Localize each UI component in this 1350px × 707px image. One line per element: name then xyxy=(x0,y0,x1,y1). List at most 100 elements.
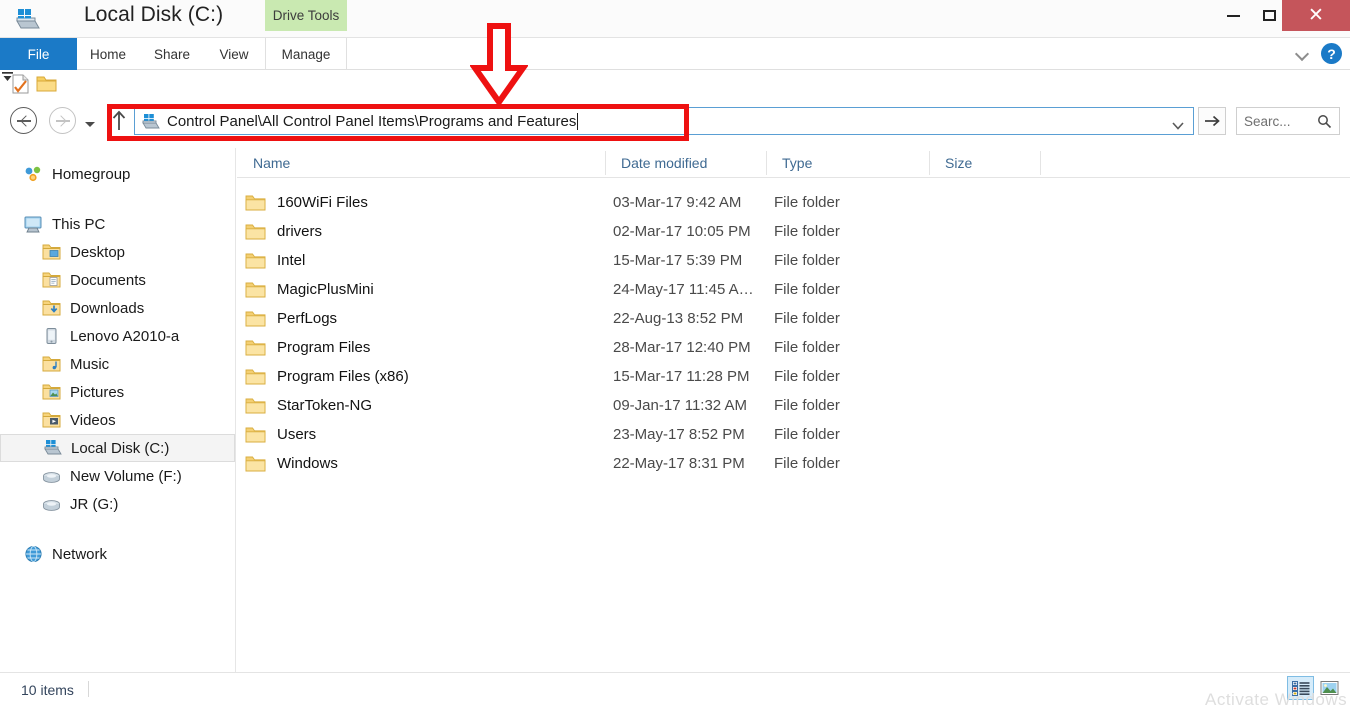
sidebar-item-documents[interactable]: Documents xyxy=(0,266,235,294)
table-row[interactable]: Users 23-May-17 8:52 PM File folder xyxy=(237,420,1350,449)
table-row[interactable]: StarToken-NG 09-Jan-17 11:32 AM File folde… xyxy=(237,391,1350,420)
column-divider[interactable] xyxy=(1040,151,1041,175)
table-row[interactable]: Program Files 28-Mar-17 12:40 PM File fold… xyxy=(237,333,1350,362)
sidebar-item-label: Lenovo A2010-a xyxy=(70,327,180,345)
up-arrow-icon[interactable] xyxy=(110,110,128,132)
column-header-date-modified[interactable]: Date modified xyxy=(613,148,774,178)
tab-file[interactable]: File xyxy=(0,38,77,70)
sidebar-item-lenovo-a2010-a[interactable]: Lenovo A2010-a xyxy=(0,322,235,350)
sidebar-item-network[interactable]: Network xyxy=(0,540,235,568)
sidebar-item-local-disk-c[interactable]: Local Disk (C:) xyxy=(0,434,235,462)
type-cell: File folder xyxy=(774,397,840,414)
date-modified-cell: 23-May-17 8:52 PM xyxy=(613,426,745,443)
sidebar-item-jr-g[interactable]: JR (G:) xyxy=(0,490,235,518)
column-header-type[interactable]: Type xyxy=(774,148,937,178)
file-name-cell[interactable]: Users xyxy=(245,426,316,444)
file-name-cell[interactable]: Windows xyxy=(245,455,338,473)
sidebar-group-spacer xyxy=(0,188,235,210)
file-name-label: drivers xyxy=(277,223,323,240)
pictures-folder-icon xyxy=(40,382,62,402)
file-name-label: 160WiFi Files xyxy=(277,194,368,211)
go-arrow-icon xyxy=(1204,115,1220,127)
file-explorer-window: Local Disk (C:) Drive Tools ✕ File Home … xyxy=(0,0,1350,707)
forward-button[interactable] xyxy=(49,107,77,135)
table-row[interactable]: MagicPlusMini 24-May-17 11:45 A… File fold… xyxy=(237,275,1350,304)
close-button[interactable]: ✕ xyxy=(1282,0,1350,31)
file-name-cell[interactable]: MagicPlusMini xyxy=(245,281,374,299)
sidebar-item-label: Videos xyxy=(70,411,116,429)
back-button[interactable] xyxy=(10,107,38,135)
type-cell: File folder xyxy=(774,426,840,443)
file-name-cell[interactable]: 160WiFi Files xyxy=(245,194,368,212)
file-list-pane: Name Date modified Type Size 160WiFi Files 0… xyxy=(237,148,1350,672)
column-divider[interactable] xyxy=(766,151,767,175)
file-name-cell[interactable]: PerfLogs xyxy=(245,310,337,328)
tab-manage[interactable]: Manage xyxy=(265,38,347,70)
sidebar-item-label: JR (G:) xyxy=(70,495,119,513)
chevron-down-icon[interactable] xyxy=(1296,47,1310,61)
address-bar[interactable]: Control Panel\All Control Panel Items\Pr… xyxy=(134,107,1194,135)
drive-icon xyxy=(141,113,160,130)
text-cursor xyxy=(577,112,579,130)
sidebar-item-label: Music xyxy=(70,355,110,373)
contextual-tab-drive-tools[interactable]: Drive Tools xyxy=(265,0,347,31)
file-name-cell[interactable]: StarToken-NG xyxy=(245,397,372,415)
sidebar-item-label: Network xyxy=(52,545,108,563)
sidebar-item-this-pc[interactable]: This PC xyxy=(0,210,235,238)
sidebar-item-music[interactable]: Music xyxy=(0,350,235,378)
properties-icon[interactable] xyxy=(11,74,30,99)
sidebar-item-videos[interactable]: Videos xyxy=(0,406,235,434)
column-header-size[interactable]: Size xyxy=(937,148,1040,178)
file-name-label: Program Files (x86) xyxy=(277,368,409,385)
folder-icon xyxy=(245,223,267,241)
forward-arrow-icon xyxy=(49,107,76,134)
file-name-cell[interactable]: Intel xyxy=(245,252,305,270)
tab-share[interactable]: Share xyxy=(139,38,205,70)
file-name-cell[interactable]: drivers xyxy=(245,223,322,241)
tab-home[interactable]: Home xyxy=(77,38,139,70)
type-cell: File folder xyxy=(774,252,840,269)
file-name-cell[interactable]: Program Files xyxy=(245,339,370,357)
sidebar-item-pictures[interactable]: Pictures xyxy=(0,378,235,406)
file-name-label: Intel xyxy=(277,252,306,269)
table-row[interactable]: Program Files (x86) 15-Mar-17 11:28 PM Fil… xyxy=(237,362,1350,391)
column-divider[interactable] xyxy=(929,151,930,175)
this-pc-icon xyxy=(22,214,44,234)
recent-locations-chevron-icon[interactable] xyxy=(84,115,96,127)
type-cell: File folder xyxy=(774,223,840,240)
sidebar-item-label: This PC xyxy=(52,215,106,233)
status-divider xyxy=(88,681,89,697)
drive-icon xyxy=(40,466,62,486)
new-folder-icon[interactable] xyxy=(36,74,57,98)
drive-icon xyxy=(40,494,62,514)
date-modified-cell: 22-Aug-13 8:52 PM xyxy=(613,310,744,327)
sidebar-item-downloads[interactable]: Downloads xyxy=(0,294,235,322)
file-name-label: MagicPlusMini xyxy=(277,281,374,298)
table-row[interactable]: Intel 15-Mar-17 5:39 PM File folder xyxy=(237,246,1350,275)
column-divider[interactable] xyxy=(605,151,606,175)
column-header-name[interactable]: Name xyxy=(245,148,613,178)
window-title: Local Disk (C:) xyxy=(84,3,224,26)
chevron-down-icon[interactable] xyxy=(1172,117,1184,130)
go-button[interactable] xyxy=(1198,107,1226,135)
search-input[interactable]: Searc... xyxy=(1236,107,1340,135)
navigation-pane[interactable]: Homegroup This PC Desktop Documents Down… xyxy=(0,148,236,672)
table-row[interactable]: Windows 22-May-17 8:31 PM File folder xyxy=(237,449,1350,478)
music-folder-icon xyxy=(40,354,62,374)
table-row[interactable]: PerfLogs 22-Aug-13 8:52 PM File folder xyxy=(237,304,1350,333)
table-row[interactable]: drivers 02-Mar-17 10:05 PM File folder xyxy=(237,217,1350,246)
help-button[interactable]: ? xyxy=(1321,43,1342,64)
file-name-cell[interactable]: Program Files (x86) xyxy=(245,368,409,386)
date-modified-cell: 28-Mar-17 12:40 PM xyxy=(613,339,751,356)
drive-icon xyxy=(14,7,40,31)
maximize-icon xyxy=(1262,10,1276,21)
tab-view[interactable]: View xyxy=(205,38,263,70)
folder-icon xyxy=(245,368,267,386)
file-name-label: Windows xyxy=(277,455,338,472)
sidebar-item-homegroup[interactable]: Homegroup xyxy=(0,160,235,188)
sidebar-item-label: Downloads xyxy=(70,299,145,317)
file-name-label: Users xyxy=(277,426,317,443)
sidebar-item-new-volume-f[interactable]: New Volume (F:) xyxy=(0,462,235,490)
sidebar-item-desktop[interactable]: Desktop xyxy=(0,238,235,266)
table-row[interactable]: 160WiFi Files 03-Mar-17 9:42 AM File folde… xyxy=(237,188,1350,217)
